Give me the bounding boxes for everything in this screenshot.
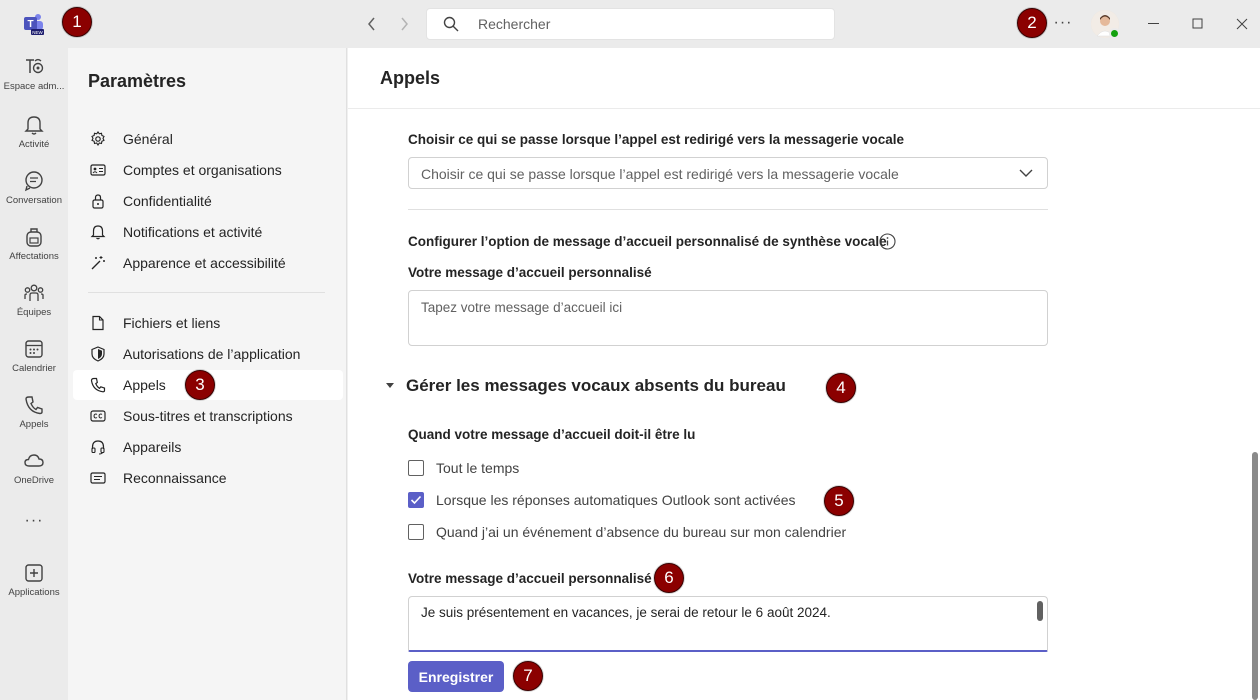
calendar-icon <box>25 340 43 358</box>
gear-icon <box>90 131 106 147</box>
settings-item-devices[interactable]: Appareils <box>73 432 343 462</box>
settings-item-general[interactable]: Général <box>73 124 343 154</box>
more-options-button[interactable]: ··· <box>1052 14 1074 34</box>
settings-item-appearance[interactable]: Apparence et accessibilité <box>73 248 343 278</box>
save-button[interactable]: Enregistrer <box>408 661 504 692</box>
admin-icon <box>26 58 44 74</box>
forward-arrow-icon[interactable] <box>394 14 414 34</box>
checkmark-icon <box>410 495 422 505</box>
search-bar[interactable] <box>426 8 835 40</box>
settings-panel: Paramètres Général Comptes et organisati… <box>68 48 347 700</box>
settings-item-accounts[interactable]: Comptes et organisations <box>73 155 343 185</box>
annotation-badge-4: 4 <box>826 373 856 403</box>
rail-item-teams[interactable]: Équipes <box>0 282 68 332</box>
annotation-badge-2: 2 <box>1017 8 1047 38</box>
bell-icon <box>90 224 106 240</box>
annotation-badge-3: 3 <box>185 370 215 400</box>
main-header: Appels <box>348 48 1260 109</box>
greeting-input-tts[interactable] <box>409 291 1047 345</box>
greeting-textarea-ooo[interactable]: Je suis présentement en vacances, je ser… <box>408 596 1048 652</box>
settings-item-recognition[interactable]: Reconnaissance <box>73 463 343 493</box>
annotation-badge-5: 5 <box>824 486 854 516</box>
headset-icon <box>90 439 106 455</box>
checkbox-calendar-ooo[interactable] <box>408 524 424 540</box>
lock-icon <box>90 193 106 209</box>
phone-icon <box>25 396 43 415</box>
rail-item-activity[interactable]: Activité <box>0 114 68 164</box>
cloud-icon <box>24 454 44 467</box>
phone-icon <box>90 377 106 393</box>
recognition-icon <box>90 470 106 486</box>
title-bar: T NEW 1 2 ··· <box>0 0 1260 48</box>
bell-icon <box>24 116 44 135</box>
option-all-time[interactable]: Tout le temps <box>408 460 519 476</box>
rail-item-calls[interactable]: Appels <box>0 394 68 444</box>
rail-item-assignments[interactable]: Affectations <box>0 226 68 276</box>
search-icon <box>443 16 459 37</box>
info-icon[interactable] <box>879 233 896 255</box>
settings-item-notifications[interactable]: Notifications et activité <box>73 217 343 247</box>
annotation-badge-7: 7 <box>513 661 543 691</box>
greeting-text-ooo[interactable]: Je suis présentement en vacances, je ser… <box>421 597 831 629</box>
search-input[interactable] <box>478 9 818 39</box>
textarea-scrollbar[interactable] <box>1037 601 1043 621</box>
rail-item-applications[interactable]: Applications <box>0 562 68 612</box>
back-arrow-icon[interactable] <box>362 14 382 34</box>
section-divider <box>408 209 1048 210</box>
settings-item-privacy[interactable]: Confidentialité <box>73 186 343 216</box>
annotation-badge-6: 6 <box>654 563 684 593</box>
redirect-label: Choisir ce qui se passe lorsque l’appel … <box>408 132 904 147</box>
tts-label: Configurer l’option de message d’accueil… <box>408 234 887 249</box>
rail-item-admin[interactable]: Espace adm... <box>0 56 68 106</box>
main-scrollbar[interactable] <box>1252 452 1258 700</box>
redirect-dropdown-value: Choisir ce qui se passe lorsque l’appel … <box>421 166 899 182</box>
annotation-badge-1: 1 <box>62 7 92 37</box>
settings-item-captions[interactable]: Sous-titres et transcriptions <box>73 401 343 431</box>
ooo-section-header[interactable]: Gérer les messages vocaux absents du bur… <box>386 376 786 396</box>
magic-wand-icon <box>90 255 106 271</box>
avatar[interactable] <box>1091 10 1120 39</box>
svg-text:NEW: NEW <box>32 30 43 35</box>
checkbox-outlook-auto-reply[interactable] <box>408 492 424 508</box>
teams-logo-icon[interactable]: T NEW <box>22 12 46 36</box>
main-content: Appels Choisir ce qui se passe lorsque l… <box>348 48 1260 700</box>
backpack-icon <box>26 228 42 247</box>
id-card-icon <box>90 162 106 178</box>
minimize-icon[interactable] <box>1144 14 1164 34</box>
option-outlook-auto-reply[interactable]: Lorsque les réponses automatiques Outloo… <box>408 492 796 508</box>
page-title: Appels <box>380 68 441 88</box>
settings-item-files[interactable]: Fichiers et liens <box>73 308 343 338</box>
file-icon <box>90 315 106 331</box>
settings-divider <box>88 292 325 293</box>
presence-available-icon <box>1109 28 1120 39</box>
shield-icon <box>90 346 106 362</box>
when-label: Quand votre message d’accueil doit-il êt… <box>408 427 696 442</box>
app-rail: Espace adm... Activité Conversation Affe… <box>0 48 68 700</box>
greeting-label-tts: Votre message d’accueil personnalisé <box>408 265 652 280</box>
caret-down-icon <box>386 383 394 388</box>
settings-title: Paramètres <box>88 71 187 91</box>
more-apps-button[interactable]: ··· <box>0 512 68 534</box>
rail-item-chat[interactable]: Conversation <box>0 170 68 220</box>
redirect-dropdown[interactable]: Choisir ce qui se passe lorsque l’appel … <box>408 157 1048 189</box>
greeting-label-ooo: Votre message d’accueil personnalisé <box>408 571 652 586</box>
teams-icon <box>24 284 44 301</box>
ooo-section-title: Gérer les messages vocaux absents du bur… <box>406 376 786 395</box>
maximize-icon[interactable] <box>1188 14 1208 34</box>
rail-item-calendar[interactable]: Calendrier <box>0 338 68 388</box>
option-calendar-ooo[interactable]: Quand j’ai un événement d’absence du bur… <box>408 524 846 540</box>
settings-item-permissions[interactable]: Autorisations de l’application <box>73 339 343 369</box>
greeting-textarea-tts[interactable] <box>408 290 1048 346</box>
add-app-icon <box>25 564 43 582</box>
chevron-down-icon <box>1019 169 1033 177</box>
svg-text:T: T <box>27 19 33 30</box>
rail-item-onedrive[interactable]: OneDrive <box>0 450 68 500</box>
close-icon[interactable] <box>1232 14 1252 34</box>
chat-icon <box>24 171 43 192</box>
captions-icon <box>90 408 106 424</box>
checkbox-all-time[interactable] <box>408 460 424 476</box>
